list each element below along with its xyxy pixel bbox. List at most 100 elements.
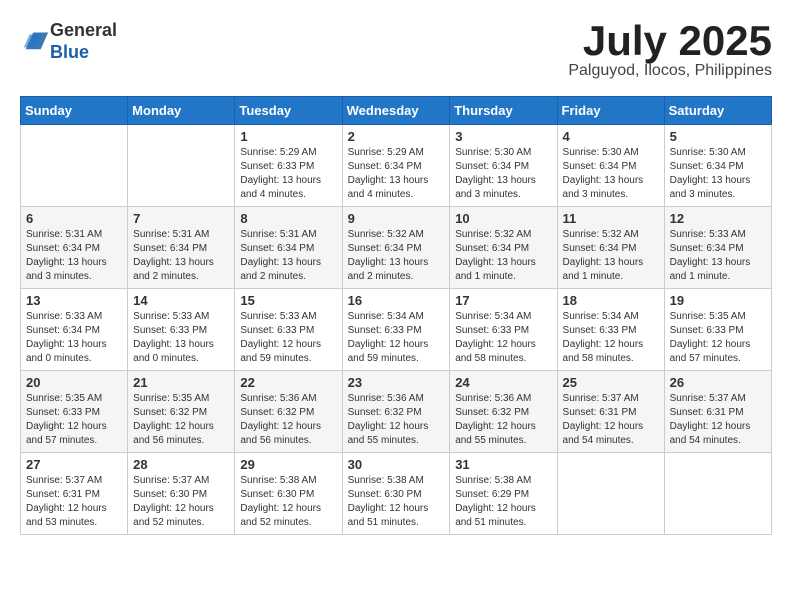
cell-content: Sunrise: 5:33 AM Sunset: 6:34 PM Dayligh…	[670, 228, 766, 284]
sunset-label: Sunset: 6:34 PM	[26, 325, 100, 336]
calendar-cell	[557, 453, 664, 535]
day-number: 22	[240, 375, 336, 390]
logo: General Blue	[20, 20, 117, 63]
calendar-cell: 30 Sunrise: 5:38 AM Sunset: 6:30 PM Dayl…	[342, 453, 450, 535]
daylight-label: Daylight: 12 hours and 54 minutes.	[563, 421, 644, 446]
sunrise-label: Sunrise: 5:34 AM	[348, 311, 424, 322]
day-number: 15	[240, 293, 336, 308]
cell-content: Sunrise: 5:30 AM Sunset: 6:34 PM Dayligh…	[563, 146, 659, 202]
calendar-cell: 22 Sunrise: 5:36 AM Sunset: 6:32 PM Dayl…	[235, 371, 342, 453]
calendar-cell	[128, 125, 235, 207]
day-number: 2	[348, 129, 445, 144]
daylight-label: Daylight: 13 hours and 0 minutes.	[133, 339, 214, 364]
calendar-cell: 19 Sunrise: 5:35 AM Sunset: 6:33 PM Dayl…	[664, 289, 771, 371]
weekday-header: Friday	[557, 97, 664, 125]
calendar-cell	[664, 453, 771, 535]
day-number: 18	[563, 293, 659, 308]
sunset-label: Sunset: 6:32 PM	[455, 407, 529, 418]
day-number: 26	[670, 375, 766, 390]
day-number: 19	[670, 293, 766, 308]
daylight-label: Daylight: 12 hours and 54 minutes.	[670, 421, 751, 446]
day-number: 29	[240, 457, 336, 472]
calendar-cell: 3 Sunrise: 5:30 AM Sunset: 6:34 PM Dayli…	[450, 125, 557, 207]
daylight-label: Daylight: 12 hours and 53 minutes.	[26, 503, 107, 528]
sunrise-label: Sunrise: 5:33 AM	[133, 311, 209, 322]
sunset-label: Sunset: 6:33 PM	[348, 325, 422, 336]
sunrise-label: Sunrise: 5:34 AM	[455, 311, 531, 322]
sunrise-label: Sunrise: 5:32 AM	[348, 229, 424, 240]
sunset-label: Sunset: 6:33 PM	[133, 325, 207, 336]
sunset-label: Sunset: 6:34 PM	[240, 243, 314, 254]
cell-content: Sunrise: 5:35 AM Sunset: 6:33 PM Dayligh…	[26, 392, 122, 448]
weekday-header: Sunday	[21, 97, 128, 125]
day-number: 17	[455, 293, 551, 308]
sunrise-label: Sunrise: 5:38 AM	[240, 475, 316, 486]
calendar-cell: 29 Sunrise: 5:38 AM Sunset: 6:30 PM Dayl…	[235, 453, 342, 535]
calendar-cell: 23 Sunrise: 5:36 AM Sunset: 6:32 PM Dayl…	[342, 371, 450, 453]
cell-content: Sunrise: 5:31 AM Sunset: 6:34 PM Dayligh…	[133, 228, 229, 284]
daylight-label: Daylight: 13 hours and 2 minutes.	[348, 257, 429, 282]
calendar-week-row: 1 Sunrise: 5:29 AM Sunset: 6:33 PM Dayli…	[21, 125, 772, 207]
day-number: 28	[133, 457, 229, 472]
sunrise-label: Sunrise: 5:34 AM	[563, 311, 639, 322]
daylight-label: Daylight: 12 hours and 52 minutes.	[133, 503, 214, 528]
calendar-cell: 4 Sunrise: 5:30 AM Sunset: 6:34 PM Dayli…	[557, 125, 664, 207]
day-number: 5	[670, 129, 766, 144]
sunrise-label: Sunrise: 5:33 AM	[240, 311, 316, 322]
daylight-label: Daylight: 12 hours and 58 minutes.	[563, 339, 644, 364]
calendar-cell: 27 Sunrise: 5:37 AM Sunset: 6:31 PM Dayl…	[21, 453, 128, 535]
daylight-label: Daylight: 13 hours and 3 minutes.	[26, 257, 107, 282]
daylight-label: Daylight: 12 hours and 57 minutes.	[26, 421, 107, 446]
sunrise-label: Sunrise: 5:36 AM	[455, 393, 531, 404]
day-number: 27	[26, 457, 122, 472]
sunset-label: Sunset: 6:34 PM	[455, 161, 529, 172]
sunset-label: Sunset: 6:30 PM	[348, 489, 422, 500]
cell-content: Sunrise: 5:37 AM Sunset: 6:31 PM Dayligh…	[670, 392, 766, 448]
sunrise-label: Sunrise: 5:30 AM	[563, 147, 639, 158]
sunrise-label: Sunrise: 5:29 AM	[240, 147, 316, 158]
sunrise-label: Sunrise: 5:35 AM	[26, 393, 102, 404]
sunrise-label: Sunrise: 5:37 AM	[563, 393, 639, 404]
cell-content: Sunrise: 5:32 AM Sunset: 6:34 PM Dayligh…	[455, 228, 551, 284]
day-number: 12	[670, 211, 766, 226]
sunrise-label: Sunrise: 5:35 AM	[133, 393, 209, 404]
cell-content: Sunrise: 5:36 AM Sunset: 6:32 PM Dayligh…	[348, 392, 445, 448]
calendar-cell: 21 Sunrise: 5:35 AM Sunset: 6:32 PM Dayl…	[128, 371, 235, 453]
daylight-label: Daylight: 13 hours and 2 minutes.	[133, 257, 214, 282]
calendar-cell: 31 Sunrise: 5:38 AM Sunset: 6:29 PM Dayl…	[450, 453, 557, 535]
logo-icon	[22, 25, 50, 53]
sunrise-label: Sunrise: 5:35 AM	[670, 311, 746, 322]
day-number: 14	[133, 293, 229, 308]
sunset-label: Sunset: 6:29 PM	[455, 489, 529, 500]
cell-content: Sunrise: 5:36 AM Sunset: 6:32 PM Dayligh…	[455, 392, 551, 448]
cell-content: Sunrise: 5:37 AM Sunset: 6:30 PM Dayligh…	[133, 474, 229, 530]
sunset-label: Sunset: 6:32 PM	[133, 407, 207, 418]
day-number: 16	[348, 293, 445, 308]
calendar-week-row: 6 Sunrise: 5:31 AM Sunset: 6:34 PM Dayli…	[21, 207, 772, 289]
calendar-cell: 6 Sunrise: 5:31 AM Sunset: 6:34 PM Dayli…	[21, 207, 128, 289]
daylight-label: Daylight: 12 hours and 55 minutes.	[455, 421, 536, 446]
cell-content: Sunrise: 5:31 AM Sunset: 6:34 PM Dayligh…	[240, 228, 336, 284]
daylight-label: Daylight: 13 hours and 1 minute.	[455, 257, 536, 282]
daylight-label: Daylight: 13 hours and 3 minutes.	[670, 175, 751, 200]
calendar-week-row: 20 Sunrise: 5:35 AM Sunset: 6:33 PM Dayl…	[21, 371, 772, 453]
sunset-label: Sunset: 6:31 PM	[670, 407, 744, 418]
weekday-header: Monday	[128, 97, 235, 125]
cell-content: Sunrise: 5:35 AM Sunset: 6:33 PM Dayligh…	[670, 310, 766, 366]
cell-content: Sunrise: 5:32 AM Sunset: 6:34 PM Dayligh…	[348, 228, 445, 284]
calendar-cell: 14 Sunrise: 5:33 AM Sunset: 6:33 PM Dayl…	[128, 289, 235, 371]
day-number: 4	[563, 129, 659, 144]
cell-content: Sunrise: 5:34 AM Sunset: 6:33 PM Dayligh…	[348, 310, 445, 366]
sunrise-label: Sunrise: 5:36 AM	[240, 393, 316, 404]
sunset-label: Sunset: 6:34 PM	[563, 243, 637, 254]
day-number: 6	[26, 211, 122, 226]
calendar-cell: 1 Sunrise: 5:29 AM Sunset: 6:33 PM Dayli…	[235, 125, 342, 207]
calendar-cell: 7 Sunrise: 5:31 AM Sunset: 6:34 PM Dayli…	[128, 207, 235, 289]
sunrise-label: Sunrise: 5:32 AM	[455, 229, 531, 240]
calendar-cell: 15 Sunrise: 5:33 AM Sunset: 6:33 PM Dayl…	[235, 289, 342, 371]
calendar-cell: 9 Sunrise: 5:32 AM Sunset: 6:34 PM Dayli…	[342, 207, 450, 289]
cell-content: Sunrise: 5:35 AM Sunset: 6:32 PM Dayligh…	[133, 392, 229, 448]
daylight-label: Daylight: 12 hours and 56 minutes.	[133, 421, 214, 446]
daylight-label: Daylight: 13 hours and 4 minutes.	[240, 175, 321, 200]
sunset-label: Sunset: 6:34 PM	[670, 243, 744, 254]
